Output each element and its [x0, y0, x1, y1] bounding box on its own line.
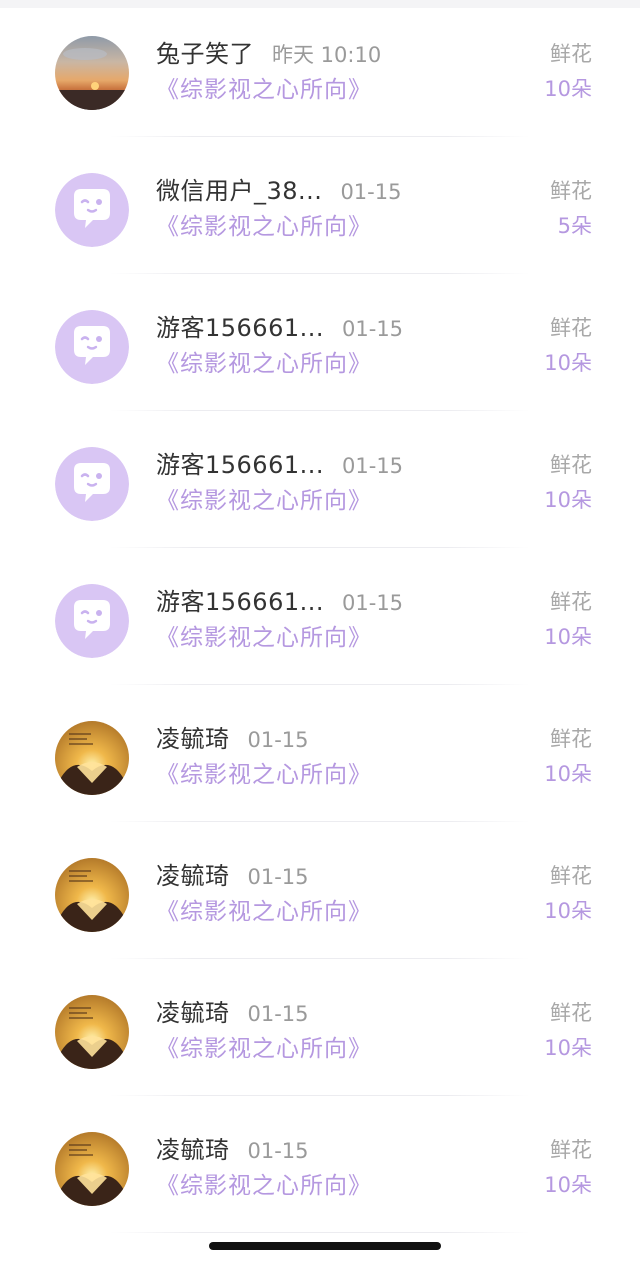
name-line: 凌毓琦 01-15: [156, 859, 309, 893]
user-name[interactable]: 凌毓琦: [156, 862, 230, 890]
gift-type-label: 鲜花: [550, 453, 592, 477]
gift-count: 10朵: [544, 1036, 592, 1060]
timestamp: 01-15: [340, 180, 402, 204]
gift-type-label: 鲜花: [550, 1001, 592, 1025]
user-name[interactable]: 微信用户_38...: [156, 177, 322, 205]
gift-type-label: 鲜花: [550, 316, 592, 340]
avatar[interactable]: [55, 721, 129, 795]
work-title-link[interactable]: 《综影视之心所向》: [156, 1169, 372, 1203]
user-name[interactable]: 凌毓琦: [156, 999, 230, 1027]
user-name[interactable]: 凌毓琦: [156, 1136, 230, 1164]
avatar[interactable]: [55, 584, 129, 658]
avatar[interactable]: [55, 310, 129, 384]
gift-count: 10朵: [544, 899, 592, 923]
gift-count: 10朵: [544, 77, 592, 101]
name-line: 兔子笑了 昨天 10:10: [156, 37, 381, 71]
avatar[interactable]: [55, 1132, 129, 1206]
timestamp: 01-15: [342, 454, 404, 478]
gift-record-row[interactable]: 微信用户_38... 01-15 《综影视之心所向》 鲜花 5朵: [0, 137, 640, 274]
name-line: 游客156661... 01-15: [156, 585, 403, 619]
gift-count: 5朵: [557, 214, 592, 238]
user-name[interactable]: 游客156661...: [156, 314, 324, 342]
avatar[interactable]: [55, 173, 129, 247]
timestamp: 01-15: [247, 865, 309, 889]
gift-count: 10朵: [544, 488, 592, 512]
gift-record-row[interactable]: 兔子笑了 昨天 10:10 《综影视之心所向》 鲜花 10朵: [0, 0, 640, 137]
gift-type-label: 鲜花: [550, 42, 592, 66]
timestamp: 01-15: [342, 317, 404, 341]
avatar[interactable]: [55, 995, 129, 1069]
work-title-link[interactable]: 《综影视之心所向》: [156, 621, 372, 655]
user-name[interactable]: 兔子笑了: [156, 40, 254, 68]
work-title-link[interactable]: 《综影视之心所向》: [156, 758, 372, 792]
work-title-link[interactable]: 《综影视之心所向》: [156, 1032, 372, 1066]
name-line: 游客156661... 01-15: [156, 448, 403, 482]
timestamp: 01-15: [247, 728, 309, 752]
gift-count: 10朵: [544, 1173, 592, 1197]
timestamp: 昨天 10:10: [272, 43, 382, 67]
gift-type-label: 鲜花: [550, 864, 592, 888]
gift-record-row[interactable]: 游客156661... 01-15 《综影视之心所向》 鲜花 10朵: [0, 274, 640, 411]
gift-count: 10朵: [544, 351, 592, 375]
home-indicator: [209, 1242, 441, 1250]
gift-count: 10朵: [544, 625, 592, 649]
gift-count: 10朵: [544, 762, 592, 786]
work-title-link[interactable]: 《综影视之心所向》: [156, 73, 372, 107]
timestamp: 01-15: [247, 1002, 309, 1026]
avatar[interactable]: [55, 447, 129, 521]
work-title-link[interactable]: 《综影视之心所向》: [156, 484, 372, 518]
work-title-link[interactable]: 《综影视之心所向》: [156, 347, 372, 381]
avatar[interactable]: [55, 36, 129, 110]
gift-type-label: 鲜花: [550, 1138, 592, 1162]
user-name[interactable]: 游客156661...: [156, 451, 324, 479]
user-name[interactable]: 游客156661...: [156, 588, 324, 616]
work-title-link[interactable]: 《综影视之心所向》: [156, 895, 372, 929]
name-line: 凌毓琦 01-15: [156, 1133, 309, 1167]
row-divider: [110, 1232, 530, 1233]
timestamp: 01-15: [342, 591, 404, 615]
name-line: 游客156661... 01-15: [156, 311, 403, 345]
name-line: 凌毓琦 01-15: [156, 996, 309, 1030]
user-name[interactable]: 凌毓琦: [156, 725, 230, 753]
gift-record-row[interactable]: 凌毓琦 01-15 《综影视之心所向》 鲜花 10朵: [0, 959, 640, 1096]
gift-type-label: 鲜花: [550, 590, 592, 614]
name-line: 凌毓琦 01-15: [156, 722, 309, 756]
gift-record-row[interactable]: 凌毓琦 01-15 《综影视之心所向》 鲜花 10朵: [0, 822, 640, 959]
work-title-link[interactable]: 《综影视之心所向》: [156, 210, 372, 244]
gift-record-row[interactable]: 凌毓琦 01-15 《综影视之心所向》 鲜花 10朵: [0, 1096, 640, 1233]
timestamp: 01-15: [247, 1139, 309, 1163]
gift-record-row[interactable]: 游客156661... 01-15 《综影视之心所向》 鲜花 10朵: [0, 548, 640, 685]
gift-type-label: 鲜花: [550, 727, 592, 751]
gift-record-row[interactable]: 凌毓琦 01-15 《综影视之心所向》 鲜花 10朵: [0, 685, 640, 822]
avatar[interactable]: [55, 858, 129, 932]
gift-records-page: 兔子笑了 昨天 10:10 《综影视之心所向》 鲜花 10朵 微信用户_38... 01-1…: [0, 0, 640, 1262]
gift-record-row[interactable]: 游客156661... 01-15 《综影视之心所向》 鲜花 10朵: [0, 411, 640, 548]
name-line: 微信用户_38... 01-15: [156, 174, 401, 208]
gift-type-label: 鲜花: [550, 179, 592, 203]
